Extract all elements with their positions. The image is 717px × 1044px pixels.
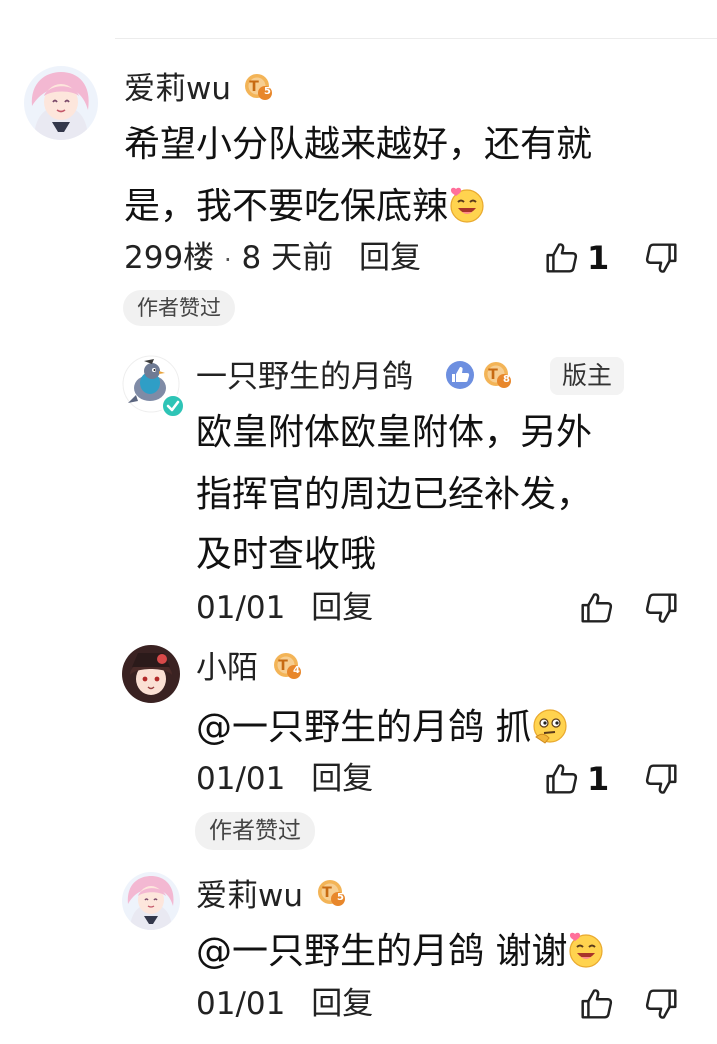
username[interactable]: 爱莉wu (124, 74, 231, 105)
comment-text-line-1: 希望小分队越来越好，还有就 (124, 124, 593, 165)
moderator-badge: 版主 (550, 357, 625, 395)
reply-text-line-1: 欧皇附体欧皇附体，另外 (196, 412, 593, 453)
timestamp: 01/01 (196, 590, 286, 626)
reply-text: @一只野生的月鸽 抓 (196, 699, 569, 757)
avatar[interactable] (122, 645, 180, 703)
level-number: 5 (264, 86, 271, 97)
thumb-up-icon[interactable] (542, 760, 580, 798)
reply-meta: 01/01 回复 (196, 759, 373, 799)
thumb-up-icon[interactable] (577, 985, 615, 1023)
timestamp: 8 天前 (241, 240, 334, 276)
thinking-emoji-icon (531, 707, 569, 745)
author-liked-tag: 作者赞过 (123, 290, 235, 326)
like-count: 1 (587, 760, 610, 798)
thumb-down-icon[interactable] (643, 239, 681, 277)
reply-text-line-2: 指挥官的周边已经补发， (196, 474, 593, 515)
grin-emoji-icon (448, 186, 486, 224)
comment-text-line-2: 是，我不要吃保底辣 (124, 178, 486, 236)
official-thumb-badge-icon (446, 361, 474, 389)
timestamp: 01/01 (196, 986, 286, 1022)
reply-meta: 01/01 回复 (196, 588, 373, 628)
avatar[interactable] (24, 66, 98, 140)
username[interactable]: 爱莉wu (196, 881, 303, 912)
floor-number: 299楼 (124, 240, 215, 276)
level-number: 8 (503, 374, 510, 385)
thumb-down-icon[interactable] (643, 589, 681, 627)
username[interactable]: 一只野生的月鸽 (196, 362, 413, 393)
reply-button[interactable]: 回复 (311, 761, 373, 797)
meta-separator: · (224, 246, 232, 274)
reply-text: @一只野生的月鸽 谢谢 (196, 923, 605, 981)
grin-emoji-icon (567, 931, 605, 969)
divider (115, 38, 717, 39)
reply-button[interactable]: 回复 (359, 240, 421, 276)
thumb-up-icon[interactable] (577, 589, 615, 627)
avatar[interactable] (122, 872, 180, 930)
level-number: 4 (293, 665, 300, 676)
author-liked-tag: 作者赞过 (195, 812, 315, 850)
verified-icon (161, 394, 185, 418)
username[interactable]: 小陌 (196, 653, 258, 684)
thumb-down-icon[interactable] (643, 760, 681, 798)
reply-meta: 01/01 回复 (196, 984, 373, 1024)
level-number: 5 (337, 892, 344, 903)
timestamp: 01/01 (196, 761, 286, 797)
thumb-up-icon[interactable] (542, 239, 580, 277)
like-count: 1 (587, 239, 610, 277)
thumb-down-icon[interactable] (643, 985, 681, 1023)
comment-meta: 299楼 · 8 天前 回复 (124, 238, 421, 280)
reply-text-line-3: 及时查收哦 (196, 534, 377, 575)
reply-button[interactable]: 回复 (311, 590, 373, 626)
reply-button[interactable]: 回复 (311, 986, 373, 1022)
